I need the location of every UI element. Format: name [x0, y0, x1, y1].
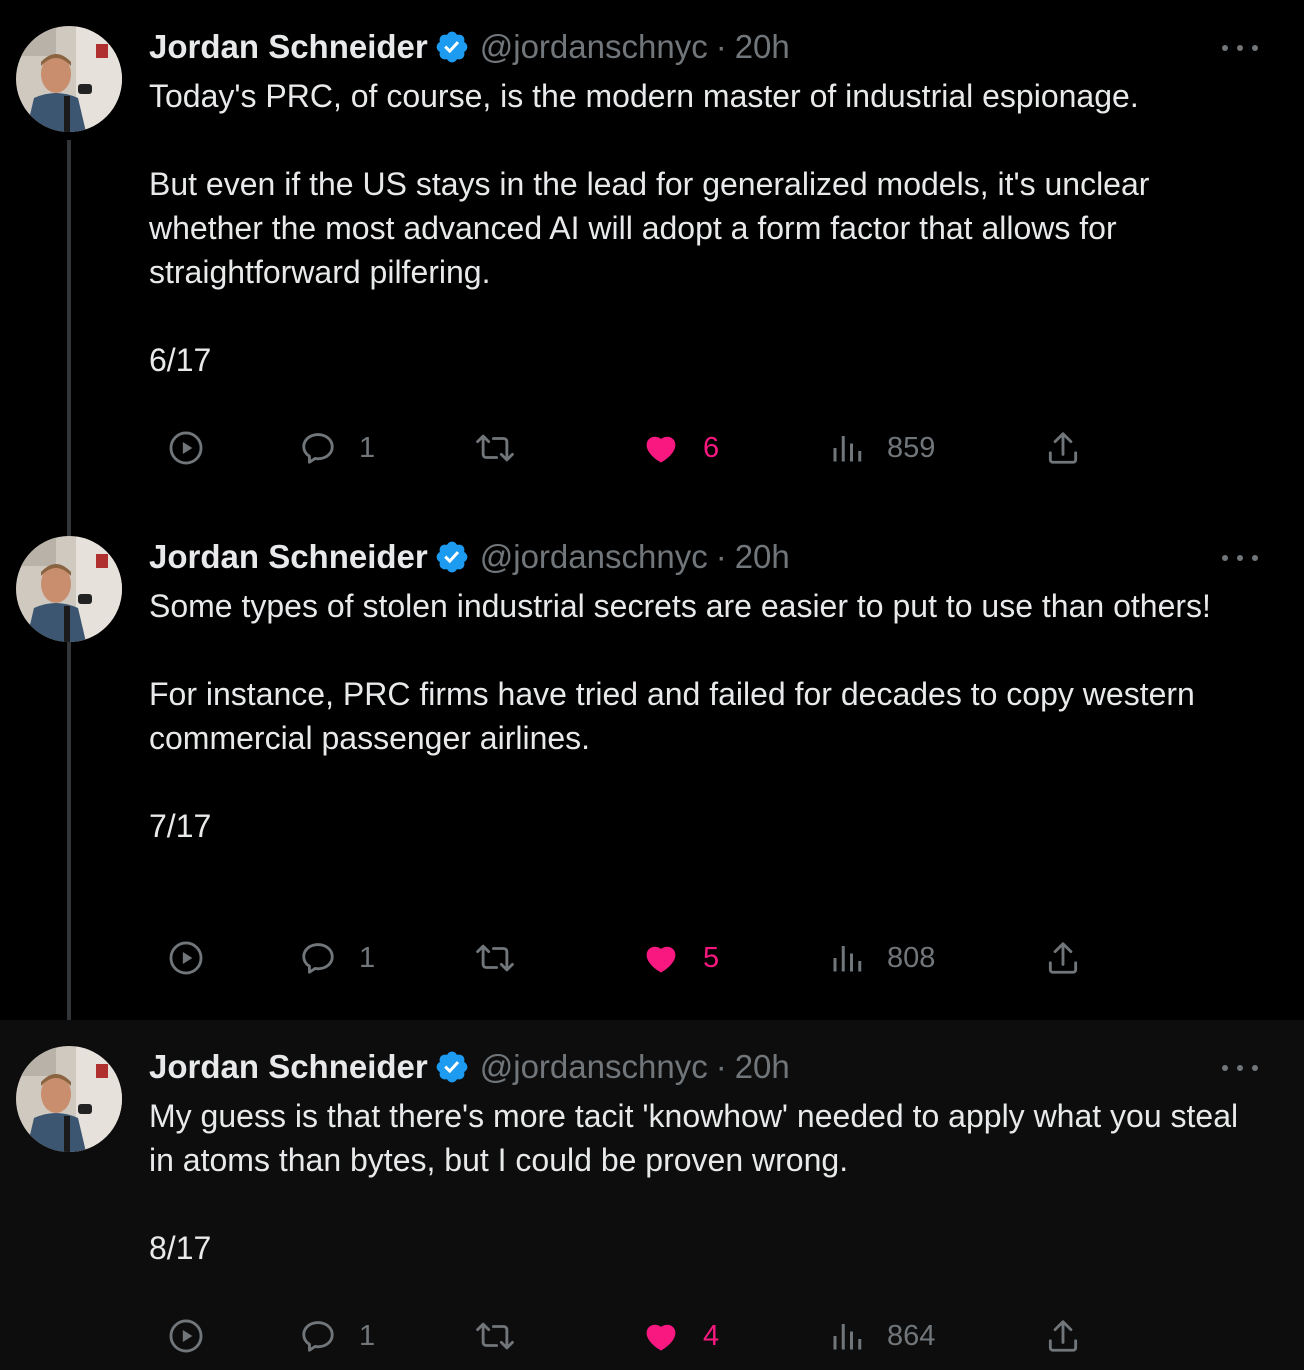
tweet-header: Jordan Schneider @jordanschnyc · 20h [149, 536, 790, 578]
view-count: 808 [887, 941, 936, 974]
verified-badge-icon [434, 539, 470, 575]
views-icon [833, 436, 862, 462]
view-count: 859 [887, 431, 936, 464]
verified-badge-icon [434, 29, 470, 65]
heart-icon [646, 1324, 676, 1351]
author-name[interactable]: Jordan Schneider [149, 1048, 428, 1086]
like-button[interactable]: 4 [641, 1314, 719, 1358]
reply-count: 1 [359, 1319, 376, 1352]
tweet-body: Today's PRC, of course, is the modern ma… [149, 74, 1269, 382]
like-count: 4 [703, 1319, 720, 1352]
tweet-text: Today's PRC, of course, is the modern ma… [149, 78, 1139, 114]
like-count: 5 [703, 941, 720, 974]
reply-button[interactable]: 1 [299, 1314, 375, 1358]
views-button[interactable]: 859 [829, 426, 935, 470]
verified-badge-icon [434, 1049, 470, 1085]
retweet-icon [476, 1322, 514, 1350]
like-button[interactable]: 5 [641, 936, 719, 980]
action-bar: 1 5 808 [149, 936, 1149, 980]
thread-counter: 7/17 [149, 808, 212, 844]
retweet-icon [476, 944, 514, 972]
separator: · [715, 1048, 727, 1085]
more-icon[interactable] [1222, 36, 1258, 60]
views-button[interactable]: 808 [829, 936, 935, 980]
author-handle[interactable]: @jordanschnyc [480, 1048, 708, 1086]
play-circle-icon[interactable] [167, 1314, 205, 1358]
avatar[interactable] [16, 26, 122, 132]
more-icon[interactable] [1222, 1056, 1258, 1080]
thread-counter: 8/17 [149, 1230, 212, 1266]
tweet-text: Some types of stolen industrial secrets … [149, 588, 1211, 624]
separator: · [715, 28, 727, 65]
reply-button[interactable]: 1 [299, 936, 375, 980]
avatar[interactable] [16, 536, 122, 642]
tweet[interactable]: Jordan Schneider @jordanschnyc · 20h My … [0, 1020, 1304, 1370]
heart-icon [646, 436, 676, 463]
view-count: 864 [887, 1319, 936, 1352]
views-icon [833, 1324, 862, 1350]
reply-icon [302, 1321, 334, 1352]
avatar[interactable] [16, 1046, 122, 1152]
author-handle[interactable]: @jordanschnyc [480, 538, 708, 576]
reply-count: 1 [359, 431, 376, 464]
avatar-image [16, 26, 122, 132]
retweet-button[interactable] [475, 426, 537, 470]
tweet-text: But even if the US stays in the lead for… [149, 166, 1150, 290]
avatar-image [16, 536, 122, 642]
author-name[interactable]: Jordan Schneider [149, 28, 428, 66]
timestamp[interactable]: 20h [735, 538, 790, 576]
share-icon[interactable] [1044, 426, 1082, 470]
author-name[interactable]: Jordan Schneider [149, 538, 428, 576]
timestamp[interactable]: 20h [735, 28, 790, 66]
tweet-text: For instance, PRC firms have tried and f… [149, 676, 1195, 756]
share-icon[interactable] [1044, 936, 1082, 980]
tweet-header: Jordan Schneider @jordanschnyc · 20h [149, 26, 790, 68]
tweet[interactable]: Jordan Schneider @jordanschnyc · 20h Tod… [0, 0, 1304, 510]
share-icon[interactable] [1044, 1314, 1082, 1358]
like-count: 6 [703, 431, 720, 464]
tweet[interactable]: Jordan Schneider @jordanschnyc · 20h Som… [0, 510, 1304, 1020]
views-icon [833, 946, 862, 972]
like-button[interactable]: 6 [641, 426, 719, 470]
reply-button[interactable]: 1 [299, 426, 375, 470]
separator: · [715, 538, 727, 575]
more-icon[interactable] [1222, 546, 1258, 570]
play-circle-icon[interactable] [167, 426, 205, 470]
tweet-text: My guess is that there's more tacit 'kno… [149, 1098, 1239, 1178]
tweet-header: Jordan Schneider @jordanschnyc · 20h [149, 1046, 790, 1088]
action-bar: 1 6 859 [149, 426, 1149, 470]
reply-count: 1 [359, 941, 376, 974]
retweet-button[interactable] [475, 1314, 537, 1358]
reply-icon [302, 943, 334, 974]
heart-icon [646, 946, 676, 973]
tweet-body: Some types of stolen industrial secrets … [149, 584, 1269, 848]
avatar-image [16, 1046, 122, 1152]
play-circle-icon[interactable] [167, 936, 205, 980]
views-button[interactable]: 864 [829, 1314, 935, 1358]
retweet-icon [476, 434, 514, 462]
retweet-button[interactable] [475, 936, 537, 980]
author-handle[interactable]: @jordanschnyc [480, 28, 708, 66]
timestamp[interactable]: 20h [735, 1048, 790, 1086]
tweet-body: My guess is that there's more tacit 'kno… [149, 1094, 1269, 1270]
thread-counter: 6/17 [149, 342, 212, 378]
action-bar: 1 4 864 [149, 1314, 1149, 1358]
reply-icon [302, 433, 334, 464]
